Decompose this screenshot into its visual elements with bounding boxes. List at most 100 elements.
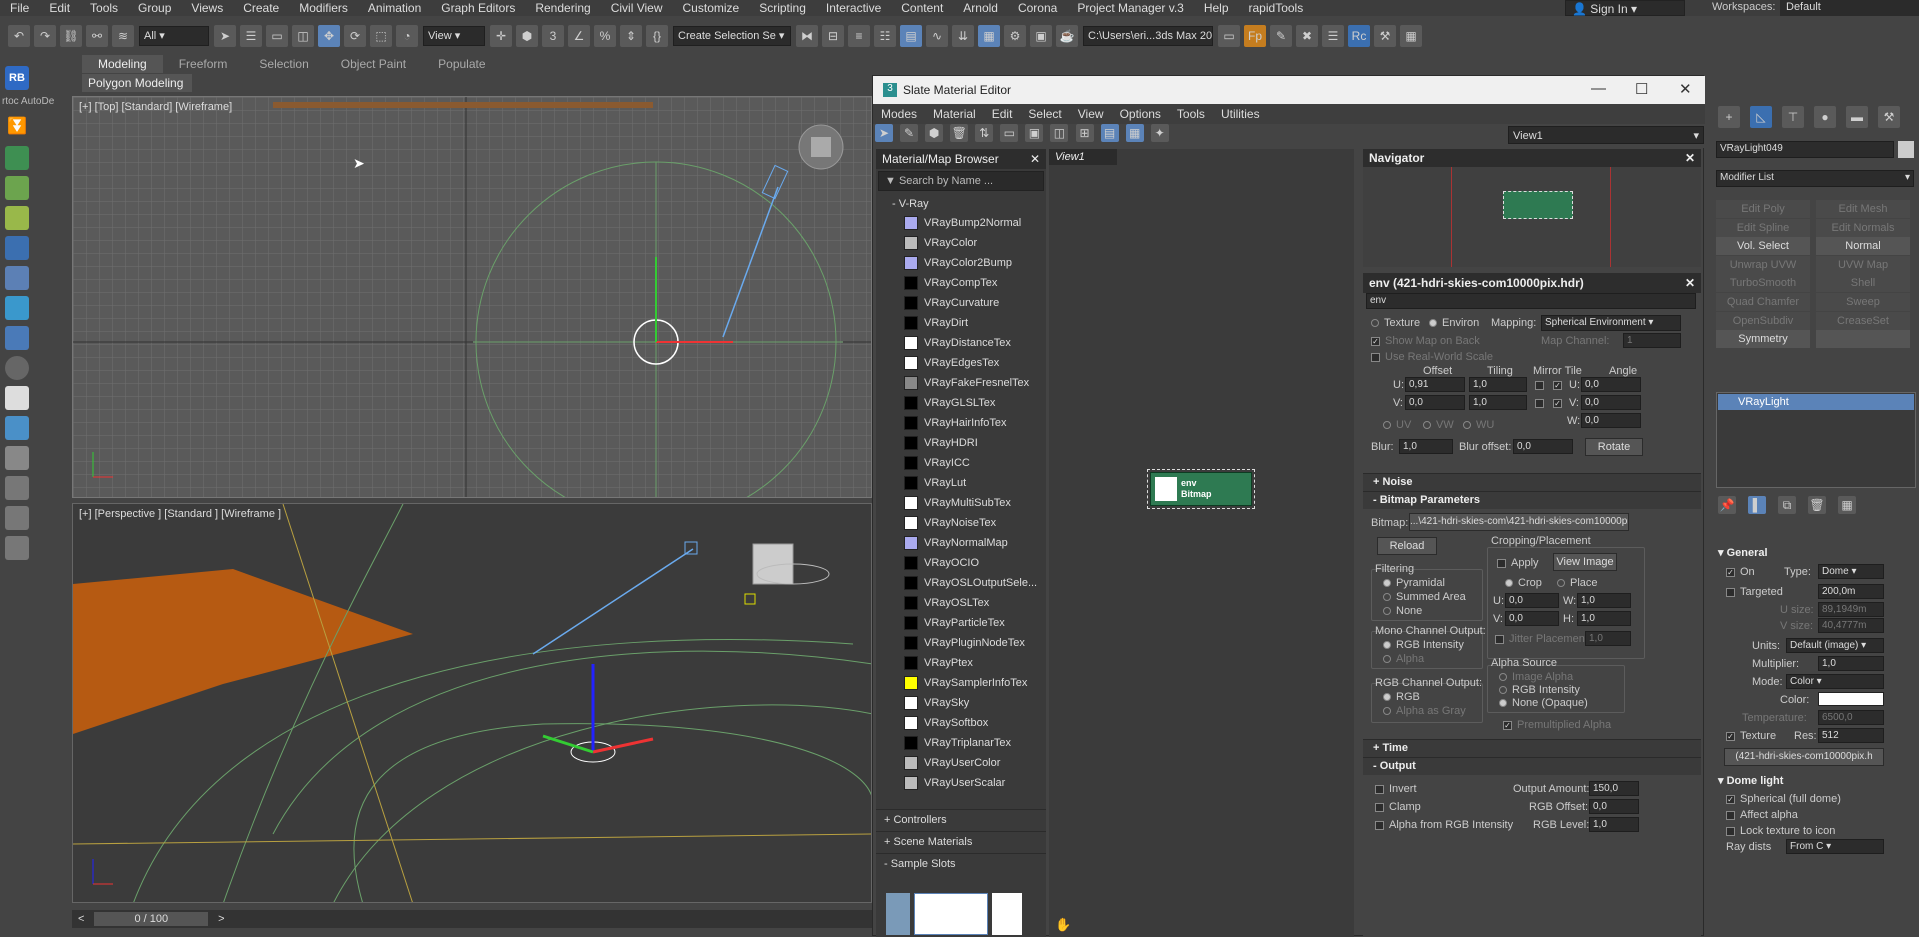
noise-rollout[interactable]: + Noise bbox=[1363, 473, 1701, 491]
map-item[interactable]: VRayFakeFresnelTex bbox=[876, 373, 1046, 393]
material-editor-icon[interactable]: ▦ bbox=[978, 25, 1000, 47]
mode-dropdown[interactable]: Color ▾ bbox=[1786, 674, 1884, 689]
slate-menu-options[interactable]: Options bbox=[1112, 107, 1169, 121]
mirror-icon[interactable]: ⧓ bbox=[796, 25, 818, 47]
map-item[interactable]: VRayTriplanarTex bbox=[876, 733, 1046, 753]
show-map-icon[interactable]: ▣ bbox=[1025, 124, 1044, 142]
object-name-field[interactable]: VRayLight049 bbox=[1716, 141, 1894, 158]
select-tool-icon[interactable]: ➤ bbox=[875, 124, 893, 142]
modifier-button[interactable]: Quad Chamfer bbox=[1716, 293, 1810, 311]
menu-content[interactable]: Content bbox=[891, 1, 953, 15]
slate-menu-modes[interactable]: Modes bbox=[873, 107, 925, 121]
clamp-checkbox[interactable]: Clamp bbox=[1375, 801, 1421, 813]
none-radio[interactable]: None bbox=[1383, 605, 1422, 617]
real-world-checkbox[interactable]: Use Real-World Scale bbox=[1371, 351, 1493, 363]
mapping-dropdown[interactable]: Spherical Environment ▾ bbox=[1541, 315, 1681, 331]
percent-snap-icon[interactable]: % bbox=[594, 25, 616, 47]
menu-help[interactable]: Help bbox=[1194, 1, 1239, 15]
close-icon[interactable]: ✕ bbox=[1685, 276, 1695, 290]
affect-alpha-checkbox[interactable]: Affect alpha bbox=[1726, 809, 1798, 821]
reload-button[interactable]: Reload bbox=[1377, 537, 1437, 555]
modifier-button[interactable]: Shell bbox=[1816, 274, 1910, 293]
angle-snap-icon[interactable]: ∠ bbox=[568, 25, 590, 47]
motion-tab-icon[interactable]: ● bbox=[1814, 106, 1836, 128]
alpha-radio[interactable]: Alpha bbox=[1383, 653, 1424, 665]
top-viewport-label[interactable]: [+] [Top] [Standard] [Wireframe] bbox=[79, 101, 232, 113]
ribbon-tab-modeling[interactable]: Modeling bbox=[82, 55, 163, 73]
invert-checkbox[interactable]: Invert bbox=[1375, 783, 1417, 795]
project-path-dropdown[interactable]: C:\Users\eri...3ds Max 2020 ▾ bbox=[1083, 26, 1213, 46]
spherical-checkbox[interactable]: ✓ Spherical (full dome) bbox=[1726, 793, 1841, 805]
rgb-intensity-alpha-radio[interactable]: RGB Intensity bbox=[1499, 684, 1580, 696]
browser-section-0[interactable]: + Controllers bbox=[876, 809, 1046, 831]
viewport-top[interactable]: [+] [Top] [Standard] [Wireframe] ➤ bbox=[72, 96, 872, 498]
map-item[interactable]: VRayCurvature bbox=[876, 293, 1046, 313]
modifier-list-dropdown[interactable]: Modifier List ▾ bbox=[1716, 170, 1914, 187]
tools-icon[interactable]: ✖ bbox=[1296, 25, 1318, 47]
output-amount-field[interactable]: 150,0 bbox=[1589, 781, 1639, 796]
script2-icon[interactable] bbox=[5, 506, 29, 530]
rgb-intensity-radio[interactable]: RGB Intensity bbox=[1383, 639, 1464, 651]
jitter-field[interactable]: 1,0 bbox=[1585, 631, 1631, 646]
u-tiling-field[interactable]: 1,0 bbox=[1469, 377, 1527, 392]
map-item[interactable]: VRayColor bbox=[876, 233, 1046, 253]
pin-stack-icon[interactable]: 📌 bbox=[1718, 496, 1736, 514]
menu-create[interactable]: Create bbox=[233, 1, 289, 15]
scale-icon[interactable]: ⬚ bbox=[370, 25, 392, 47]
window-crossing-icon[interactable]: ◫ bbox=[292, 25, 314, 47]
minimize-button[interactable]: — bbox=[1591, 80, 1606, 97]
menu-customize[interactable]: Customize bbox=[673, 1, 750, 15]
node-view[interactable]: View1 env Bitmap ✋ bbox=[1049, 149, 1354, 937]
rgb-level-field[interactable]: 1,0 bbox=[1589, 817, 1639, 832]
select-by-name-icon[interactable]: ☰ bbox=[240, 25, 262, 47]
alpha-as-gray-radio[interactable]: Alpha as Gray bbox=[1383, 705, 1466, 717]
search-input[interactable]: ▼ Search by Name ... bbox=[878, 171, 1044, 191]
close-icon[interactable]: ✕ bbox=[1685, 151, 1695, 165]
rgb-radio[interactable]: RGB bbox=[1383, 691, 1420, 703]
stack-item-vraylight[interactable]: VRayLight bbox=[1718, 394, 1914, 410]
named-selection-icon[interactable]: {} bbox=[646, 25, 668, 47]
slate-menu-tools[interactable]: Tools bbox=[1169, 107, 1213, 121]
vw-radio[interactable]: VW bbox=[1423, 419, 1454, 431]
map-item[interactable]: VRaySky bbox=[876, 693, 1046, 713]
modifier-button[interactable]: Edit Poly bbox=[1716, 200, 1810, 218]
bitmap-path-button[interactable]: ...\421-hdri-skies-com\421-hdri-skies-co… bbox=[1409, 513, 1629, 531]
dome-light-rollout[interactable]: ▾ Dome light bbox=[1718, 774, 1783, 787]
paint-icon[interactable] bbox=[5, 416, 29, 440]
view-dropdown[interactable]: View1 ▾ bbox=[1508, 126, 1704, 144]
browser-section-1[interactable]: + Scene Materials bbox=[876, 831, 1046, 853]
modifier-button[interactable]: Edit Mesh bbox=[1816, 200, 1910, 218]
browser-toggle-icon[interactable]: ▤ bbox=[1100, 124, 1119, 142]
objects-icon[interactable] bbox=[5, 146, 29, 170]
assign-material-icon[interactable]: ⬢ bbox=[925, 124, 944, 142]
wp-icon[interactable] bbox=[5, 236, 29, 260]
layout-icon[interactable]: ◫ bbox=[1050, 124, 1069, 142]
ribbon-tab-selection[interactable]: Selection bbox=[243, 55, 324, 73]
layer-explorer-icon[interactable]: ☷ bbox=[874, 25, 896, 47]
rect-selection-icon[interactable]: ▭ bbox=[266, 25, 288, 47]
pyramidal-radio[interactable]: Pyramidal bbox=[1383, 577, 1445, 589]
configure-sets-icon[interactable]: ▦ bbox=[1838, 496, 1856, 514]
signin-dropdown[interactable]: 👤 Sign In ▾ bbox=[1565, 0, 1685, 16]
rapid-tools-icon[interactable]: ✎ bbox=[1270, 25, 1292, 47]
map-item[interactable]: VRayPluginNodeTex bbox=[876, 633, 1046, 653]
crop-w-field[interactable]: 1,0 bbox=[1577, 593, 1631, 608]
render-setup-icon[interactable]: ⚙ bbox=[1004, 25, 1026, 47]
u-angle-field[interactable]: 0,0 bbox=[1581, 377, 1641, 392]
modifier-button[interactable]: Sweep bbox=[1816, 293, 1910, 311]
blur-field[interactable]: 1,0 bbox=[1399, 439, 1453, 454]
close-icon[interactable]: ✕ bbox=[1030, 152, 1040, 166]
premultiplied-checkbox[interactable]: ✓ Premultiplied Alpha bbox=[1503, 719, 1611, 731]
uv-radio[interactable]: UV bbox=[1383, 419, 1411, 431]
blur-offset-field[interactable]: 0,0 bbox=[1513, 439, 1573, 454]
menu-file[interactable]: File bbox=[0, 1, 39, 15]
type-dropdown[interactable]: Dome ▾ bbox=[1818, 564, 1884, 579]
environ-radio[interactable]: Environ bbox=[1429, 317, 1479, 329]
map-item[interactable]: VRayUserScalar bbox=[876, 773, 1046, 793]
map-channel-field[interactable]: 1 bbox=[1623, 333, 1681, 348]
menu-rendering[interactable]: Rendering bbox=[525, 1, 600, 15]
select-by-material-icon[interactable]: ✦ bbox=[1150, 124, 1169, 142]
timeline[interactable]: < 0 / 100 > bbox=[72, 910, 872, 928]
select-object-icon[interactable]: ➤ bbox=[214, 25, 236, 47]
map-item[interactable]: VRayHDRI bbox=[876, 433, 1046, 453]
